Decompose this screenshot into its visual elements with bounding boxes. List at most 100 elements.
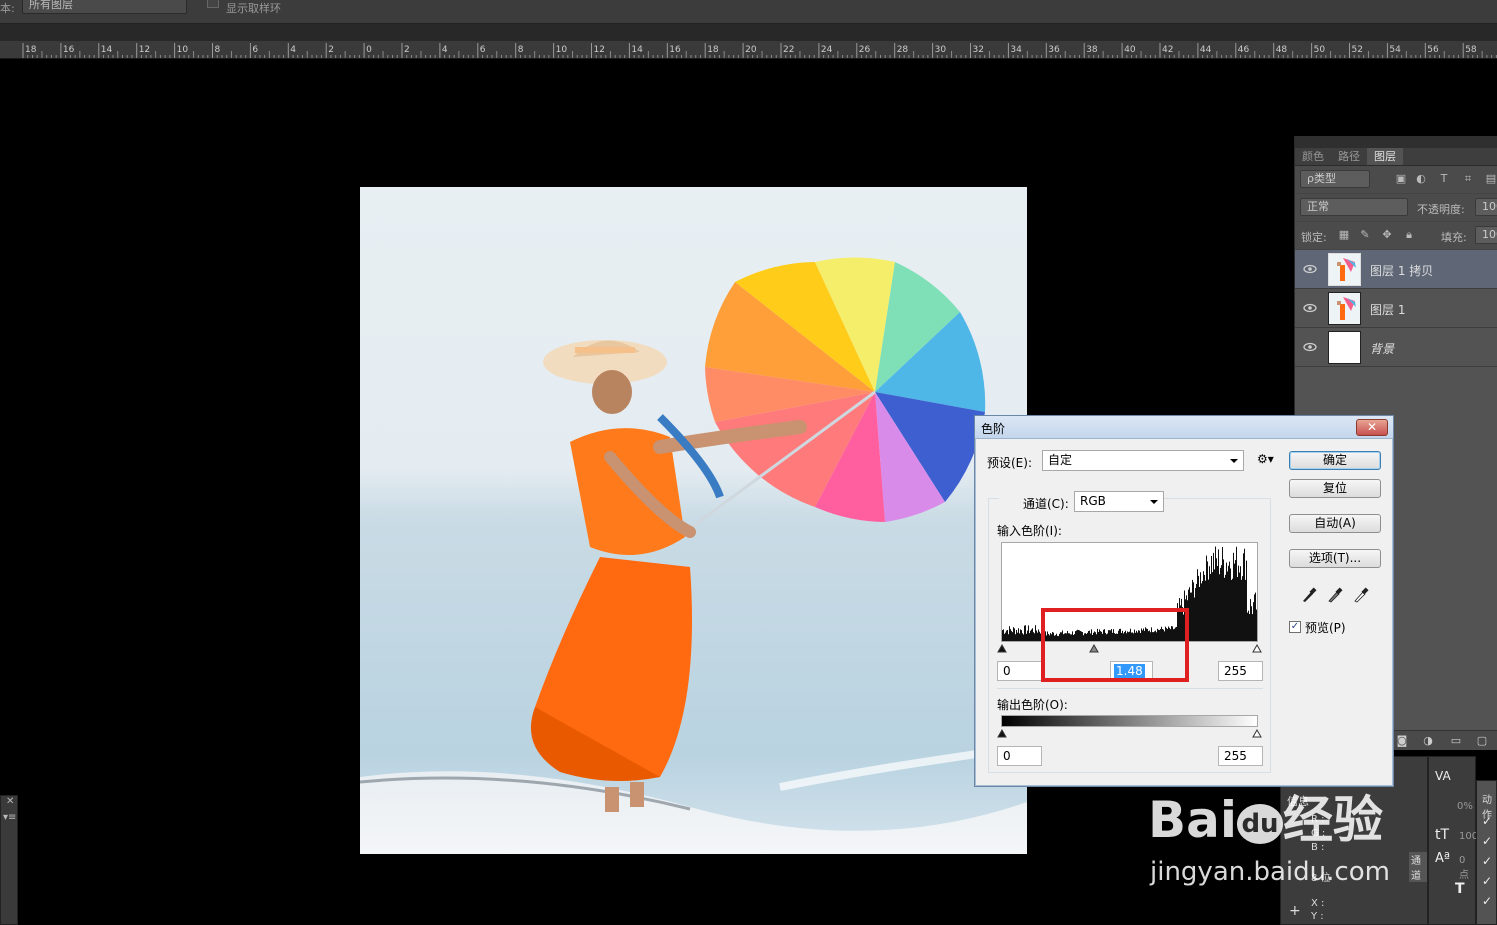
action-check-icon[interactable]: ✓ ✓ ✓ ✓ ✓ bbox=[1482, 811, 1492, 911]
histogram-bar bbox=[1232, 578, 1233, 641]
tab-paths[interactable]: 路径 bbox=[1331, 148, 1367, 165]
fill-input[interactable]: 100 bbox=[1475, 226, 1497, 244]
histogram-bar bbox=[1206, 555, 1207, 641]
layer-name[interactable]: 图层 1 拷贝 bbox=[1370, 262, 1433, 279]
reset-button[interactable]: 复位 bbox=[1289, 479, 1381, 498]
left-panel-stub: ✕ ▾≡ bbox=[0, 795, 18, 925]
preset-label: 预设(E): bbox=[987, 456, 1032, 470]
baseline-value[interactable]: 0 点 bbox=[1459, 855, 1475, 881]
lock-row: 锁定: ▦ ✎ ✥ 🔒︎ 填充: 100 bbox=[1295, 222, 1497, 250]
ruler-ticks: 18 16 14 12 10 8 6 4 2 0 2 4 6 8 10 12 14 16 18 20 22 24 26 28 3… bbox=[22, 43, 1497, 58]
x-label: X : bbox=[1311, 898, 1325, 909]
ruler-label: 42 bbox=[1162, 45, 1173, 55]
horizontal-ruler[interactable]: 18 16 14 12 10 8 6 4 2 0 2 4 6 8 10 12 14 16 18 20 22 24 26 28 3… bbox=[0, 41, 1497, 59]
preset-options-gear-icon[interactable]: ⚙▾ bbox=[1257, 452, 1274, 466]
dialog-titlebar[interactable]: 色阶 ✕ bbox=[975, 416, 1393, 439]
histogram-bar bbox=[1005, 632, 1006, 641]
histogram-bar bbox=[1205, 580, 1206, 641]
layer-row[interactable]: 背景 bbox=[1295, 328, 1497, 367]
xy-readout: X : Y : bbox=[1311, 897, 1324, 923]
output-black-field[interactable]: 0 bbox=[997, 746, 1042, 766]
opacity-input[interactable]: 100 bbox=[1475, 198, 1497, 216]
adjustment-filter-icon[interactable]: ◐ bbox=[1415, 173, 1427, 185]
output-black-slider[interactable] bbox=[997, 728, 1007, 738]
histogram-bar bbox=[1240, 566, 1241, 641]
histogram-bar bbox=[1009, 626, 1010, 641]
layer-row[interactable]: 图层 1 bbox=[1295, 289, 1497, 328]
histogram-bar bbox=[1020, 629, 1021, 641]
layer-row[interactable]: 图层 1 拷贝 bbox=[1295, 250, 1497, 289]
panel-menu-icon[interactable]: ▾≡ bbox=[3, 812, 16, 823]
histogram-bar bbox=[1219, 574, 1220, 641]
preset-select[interactable]: 自定 bbox=[1042, 450, 1244, 471]
visibility-eye-icon[interactable] bbox=[1303, 340, 1317, 354]
histogram-bar bbox=[1228, 565, 1229, 641]
black-point-slider[interactable] bbox=[997, 643, 1007, 653]
histogram-bar bbox=[1247, 612, 1248, 641]
output-white-slider[interactable] bbox=[1252, 728, 1262, 738]
histogram-bar bbox=[1210, 574, 1211, 641]
histogram-bar bbox=[1220, 567, 1221, 641]
histogram-bar bbox=[1253, 602, 1254, 641]
histogram-bar bbox=[1015, 634, 1016, 641]
panel-collapse-bar[interactable] bbox=[1295, 136, 1497, 148]
lock-pixels-icon[interactable]: ✎ bbox=[1359, 229, 1371, 241]
histogram-bar bbox=[1243, 553, 1244, 641]
histogram-bar bbox=[1237, 577, 1238, 641]
new-group-icon[interactable]: ▭ bbox=[1449, 734, 1463, 748]
close-button[interactable]: ✕ bbox=[1356, 419, 1388, 436]
ruler-label: 2 bbox=[328, 45, 334, 55]
histogram-bar bbox=[1244, 548, 1245, 641]
histogram-bar bbox=[1019, 633, 1020, 641]
layer-name[interactable]: 图层 1 bbox=[1370, 301, 1405, 318]
ruler-label: 54 bbox=[1389, 45, 1401, 55]
input-white-field[interactable]: 255 bbox=[1218, 661, 1263, 681]
visibility-eye-icon[interactable] bbox=[1303, 262, 1317, 276]
type-filter-icon[interactable]: T bbox=[1438, 173, 1450, 185]
show-sampling-ring-checkbox[interactable] bbox=[207, 0, 219, 8]
preview-checkbox[interactable]: ✓ bbox=[1289, 621, 1301, 633]
histogram-bar bbox=[1196, 583, 1197, 641]
histogram-bar bbox=[1234, 563, 1235, 641]
add-mask-icon[interactable]: ◙ bbox=[1395, 734, 1409, 748]
auto-button[interactable]: 自动(A) bbox=[1289, 514, 1381, 533]
new-adjustment-icon[interactable]: ◑ bbox=[1421, 734, 1435, 748]
layer-name[interactable]: 背景 bbox=[1370, 340, 1394, 357]
type-tool-icon[interactable]: T bbox=[1455, 881, 1465, 897]
layer-thumbnail bbox=[1328, 253, 1361, 286]
blend-mode-select[interactable]: 正常 bbox=[1300, 198, 1408, 216]
white-point-slider[interactable] bbox=[1252, 643, 1262, 653]
visibility-eye-icon[interactable] bbox=[1303, 301, 1317, 315]
lock-all-icon[interactable]: 🔒︎ bbox=[1403, 229, 1415, 241]
sample-layers-select[interactable]: 所有图层 bbox=[22, 0, 187, 14]
histogram-bar bbox=[1200, 572, 1201, 641]
histogram-bar bbox=[1239, 572, 1240, 641]
new-layer-icon[interactable]: ▢ bbox=[1475, 734, 1489, 748]
lock-position-icon[interactable]: ✥ bbox=[1381, 229, 1393, 241]
ruler-label: 52 bbox=[1352, 45, 1363, 55]
shape-filter-icon[interactable]: ⌗ bbox=[1462, 173, 1474, 185]
options-button[interactable]: 选项(T)... bbox=[1289, 549, 1381, 568]
layer-kind-filter[interactable]: ρ类型 bbox=[1300, 170, 1370, 188]
histogram-bar bbox=[1213, 552, 1214, 641]
input-black-field[interactable]: 0 bbox=[997, 661, 1042, 681]
histogram-bar bbox=[1012, 632, 1013, 641]
layer-thumbnail bbox=[1328, 331, 1361, 364]
smart-object-filter-icon[interactable]: ▤ bbox=[1485, 173, 1497, 185]
histogram-bar bbox=[1217, 565, 1218, 641]
output-white-field[interactable]: 255 bbox=[1218, 746, 1263, 766]
canvas-photo[interactable] bbox=[360, 187, 1027, 854]
ok-button[interactable]: 确定 bbox=[1289, 451, 1381, 470]
channels-tab[interactable]: 通道 bbox=[1409, 852, 1427, 882]
tab-layers[interactable]: 图层 bbox=[1367, 148, 1403, 165]
channel-select[interactable]: RGB bbox=[1074, 491, 1164, 512]
histogram-bar bbox=[1006, 630, 1007, 641]
watermark-brand: Bai bbox=[1148, 791, 1237, 849]
lock-transparent-icon[interactable]: ▦ bbox=[1338, 229, 1350, 241]
panel-close-icon[interactable]: ✕ bbox=[6, 796, 14, 807]
tracking-value[interactable]: 0% bbox=[1457, 801, 1473, 812]
image-filter-icon[interactable]: ▣ bbox=[1395, 173, 1407, 185]
histogram-bar bbox=[1016, 630, 1017, 641]
tab-color[interactable]: 颜色 bbox=[1295, 148, 1331, 165]
ruler-label: 56 bbox=[1427, 45, 1439, 55]
